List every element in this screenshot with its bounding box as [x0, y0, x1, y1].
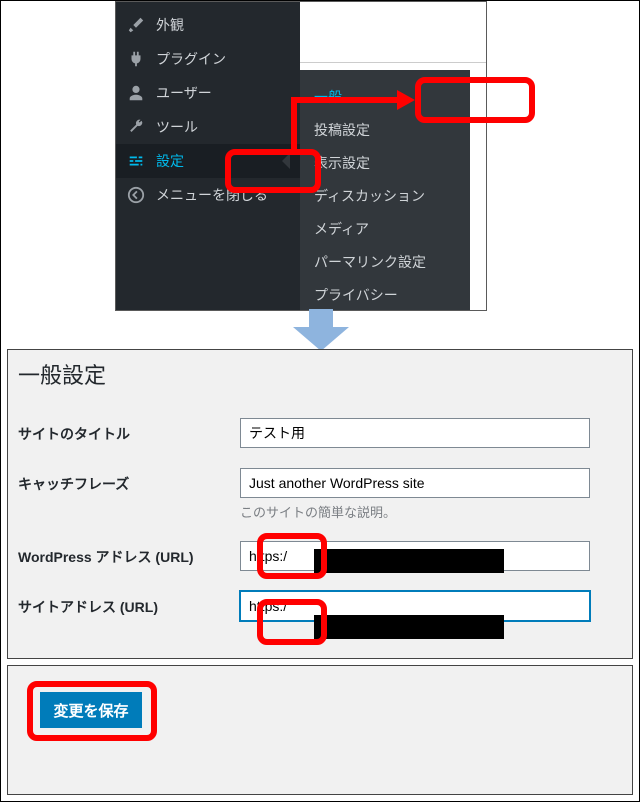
sidebar-item-label: 外観 [156, 15, 184, 35]
label-tagline: キャッチフレーズ [18, 468, 240, 494]
submenu-item-writing[interactable]: 投稿設定 [300, 113, 470, 146]
submenu-item-permalink[interactable]: パーマリンク設定 [300, 245, 470, 278]
plug-icon [126, 49, 146, 69]
page-title: 一般設定 [18, 358, 632, 390]
sidebar-item-label: 設定 [156, 151, 184, 171]
save-panel: 変更を保存 [7, 665, 633, 795]
sidebar-item-settings[interactable]: 設定 [116, 144, 300, 178]
label-wp-url: WordPress アドレス (URL) [18, 541, 240, 567]
flow-arrow-down-icon [293, 309, 349, 353]
admin-sidebar-menu: 外観 プラグイン ユーザー ツール 設定 [116, 2, 300, 212]
input-tagline[interactable] [240, 468, 590, 498]
collapse-icon [126, 185, 146, 205]
submenu-item-media[interactable]: メディア [300, 212, 470, 245]
brush-icon [126, 15, 146, 35]
user-icon [126, 83, 146, 103]
content-area-placeholder [300, 2, 486, 63]
general-settings-panel: 一般設定 サイトのタイトル キャッチフレーズ このサイトの簡単な説明。 Word… [7, 349, 633, 659]
sidebar-item-tools[interactable]: ツール [116, 110, 300, 144]
sidebar-item-label: ツール [156, 117, 198, 137]
submenu-item-reading[interactable]: 表示設定 [300, 146, 470, 179]
tagline-description: このサイトの簡単な説明。 [240, 502, 622, 521]
row-site-title: サイトのタイトル [8, 408, 632, 458]
flyout-arrow-icon [282, 153, 290, 169]
settings-submenu: 一般 投稿設定 表示設定 ディスカッション メディア パーマリンク設定 プライバ… [300, 70, 470, 310]
label-site-title: サイトのタイトル [18, 418, 240, 444]
admin-sidebar: 外観 プラグイン ユーザー ツール 設定 [116, 2, 300, 310]
redaction-bar [314, 615, 504, 639]
admin-menu-panel: 外観 プラグイン ユーザー ツール 設定 [115, 1, 487, 311]
wrench-icon [126, 117, 146, 137]
sliders-icon [126, 151, 146, 171]
row-tagline: キャッチフレーズ このサイトの簡単な説明。 [8, 458, 632, 531]
submenu-item-privacy[interactable]: プライバシー [300, 278, 470, 311]
label-site-url: サイトアドレス (URL) [18, 591, 240, 617]
sidebar-item-label: プラグイン [156, 49, 226, 69]
sidebar-item-collapse[interactable]: メニューを閉じる [116, 178, 300, 212]
sidebar-item-label: メニューを閉じる [156, 185, 268, 205]
sidebar-item-appearance[interactable]: 外観 [116, 8, 300, 42]
redaction-bar [314, 549, 504, 573]
submenu-item-general[interactable]: 一般 [300, 80, 470, 113]
sidebar-item-plugins[interactable]: プラグイン [116, 42, 300, 76]
submenu-item-discussion[interactable]: ディスカッション [300, 179, 470, 212]
sidebar-item-users[interactable]: ユーザー [116, 76, 300, 110]
save-button[interactable]: 変更を保存 [40, 692, 142, 728]
input-site-title[interactable] [240, 418, 590, 448]
sidebar-item-label: ユーザー [156, 83, 212, 103]
